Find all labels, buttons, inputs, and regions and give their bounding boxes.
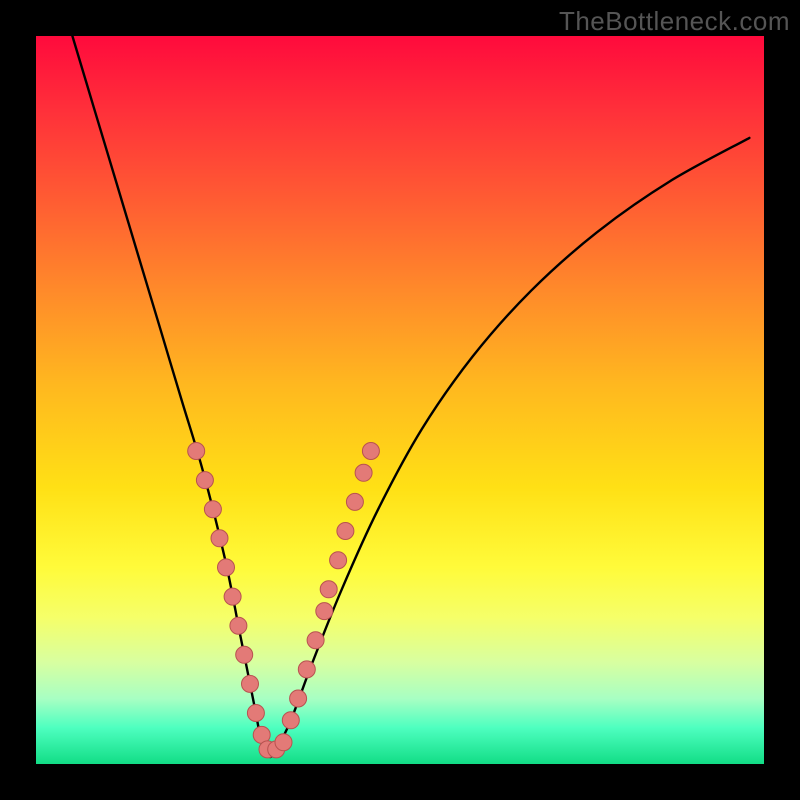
sample-dot <box>247 705 264 722</box>
sample-dot <box>290 690 307 707</box>
watermark-text: TheBottleneck.com <box>559 6 790 37</box>
sample-dot <box>211 530 228 547</box>
chart-svg <box>36 36 764 764</box>
sample-dot <box>242 675 259 692</box>
sample-dots <box>188 443 380 758</box>
sample-dot <box>298 661 315 678</box>
plot-area <box>36 36 764 764</box>
sample-dot <box>337 523 354 540</box>
sample-dot <box>330 552 347 569</box>
sample-dot <box>230 617 247 634</box>
sample-dot <box>362 443 379 460</box>
sample-dot <box>204 501 221 518</box>
sample-dot <box>346 493 363 510</box>
sample-dot <box>355 464 372 481</box>
sample-dot <box>188 443 205 460</box>
sample-dot <box>224 588 241 605</box>
sample-dot <box>275 734 292 751</box>
chart-frame: TheBottleneck.com <box>0 0 800 800</box>
sample-dot <box>307 632 324 649</box>
sample-dot <box>320 581 337 598</box>
sample-dot <box>236 646 253 663</box>
sample-dot <box>218 559 235 576</box>
sample-dot <box>282 712 299 729</box>
sample-dot <box>196 472 213 489</box>
bottleneck-curve <box>72 36 749 757</box>
sample-dot <box>316 603 333 620</box>
